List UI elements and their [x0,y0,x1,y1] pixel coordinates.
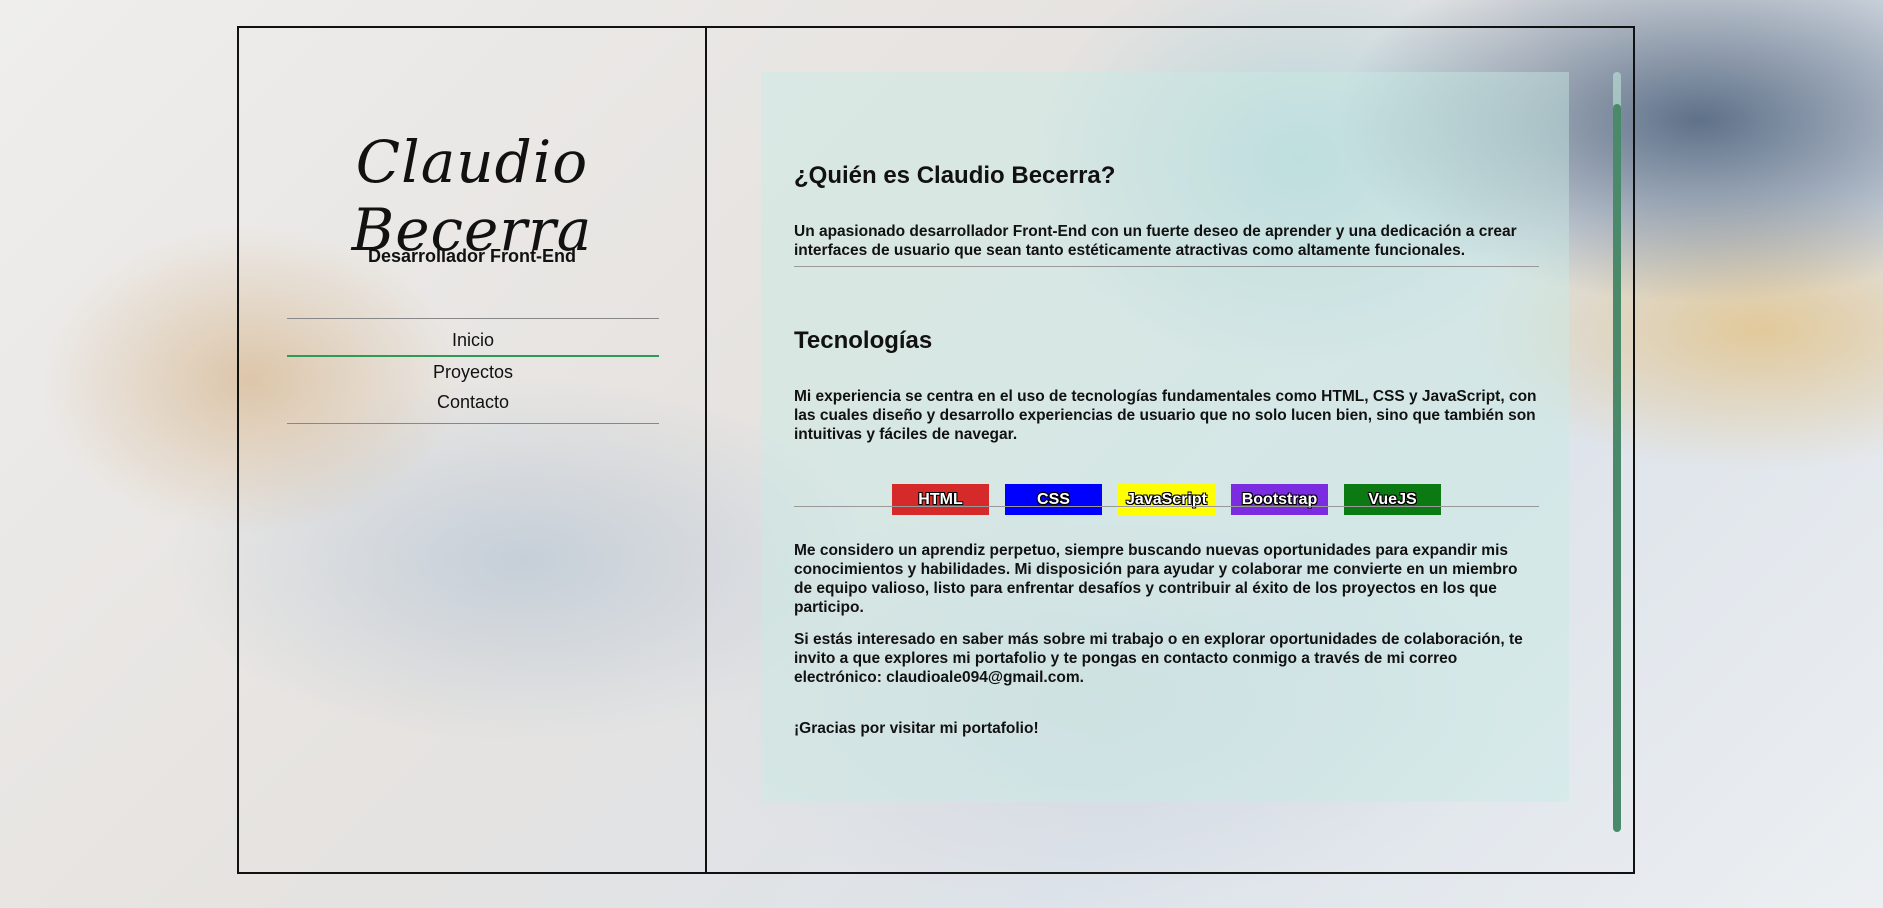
tech-heading: Tecnologías [794,327,933,354]
badge-vuejs: VueJS [1344,484,1441,515]
learner-paragraph: Me considero un aprendiz perpetuo, siemp… [794,542,1518,616]
contact-paragraph: Si estás interesado en saber más sobre m… [794,631,1523,686]
portfolio-frame: Claudio Becerra Desarrollador Front-End … [237,26,1635,874]
divider [794,506,1539,507]
about-panel[interactable]: ¿Quién es Claudio Becerra? Un apasionado… [761,72,1569,802]
badge-bootstrap: Bootstrap [1231,484,1328,515]
about-heading: ¿Quién es Claudio Becerra? [794,162,1116,189]
nav-item-proyectos[interactable]: Proyectos [287,357,659,387]
badge-html: HTML [892,484,989,515]
badge-javascript: JavaScript [1118,484,1215,515]
tech-paragraph: Mi experiencia se centra en el uso de te… [794,388,1537,443]
scrollbar-thumb[interactable] [1613,104,1621,832]
role-subtitle: Desarrollador Front-End [367,246,577,266]
about-paragraph: Un apasionado desarrollador Front-End co… [794,223,1517,259]
nav-item-contacto[interactable]: Contacto [287,387,659,417]
site-logo-name: Claudio Becerra [351,128,593,264]
thanks-text: ¡Gracias por visitar mi portafolio! [794,720,1039,737]
main-nav: Inicio Proyectos Contacto [287,318,659,424]
divider [794,266,1539,267]
tech-badges: HTML CSS JavaScript Bootstrap VueJS [794,484,1539,515]
main-area: ¿Quién es Claudio Becerra? Un apasionado… [707,28,1633,872]
content-scrollbar[interactable] [1613,72,1621,832]
badge-css: CSS [1005,484,1102,515]
sidebar: Claudio Becerra Desarrollador Front-End … [239,28,707,872]
nav-item-inicio[interactable]: Inicio [287,325,659,357]
